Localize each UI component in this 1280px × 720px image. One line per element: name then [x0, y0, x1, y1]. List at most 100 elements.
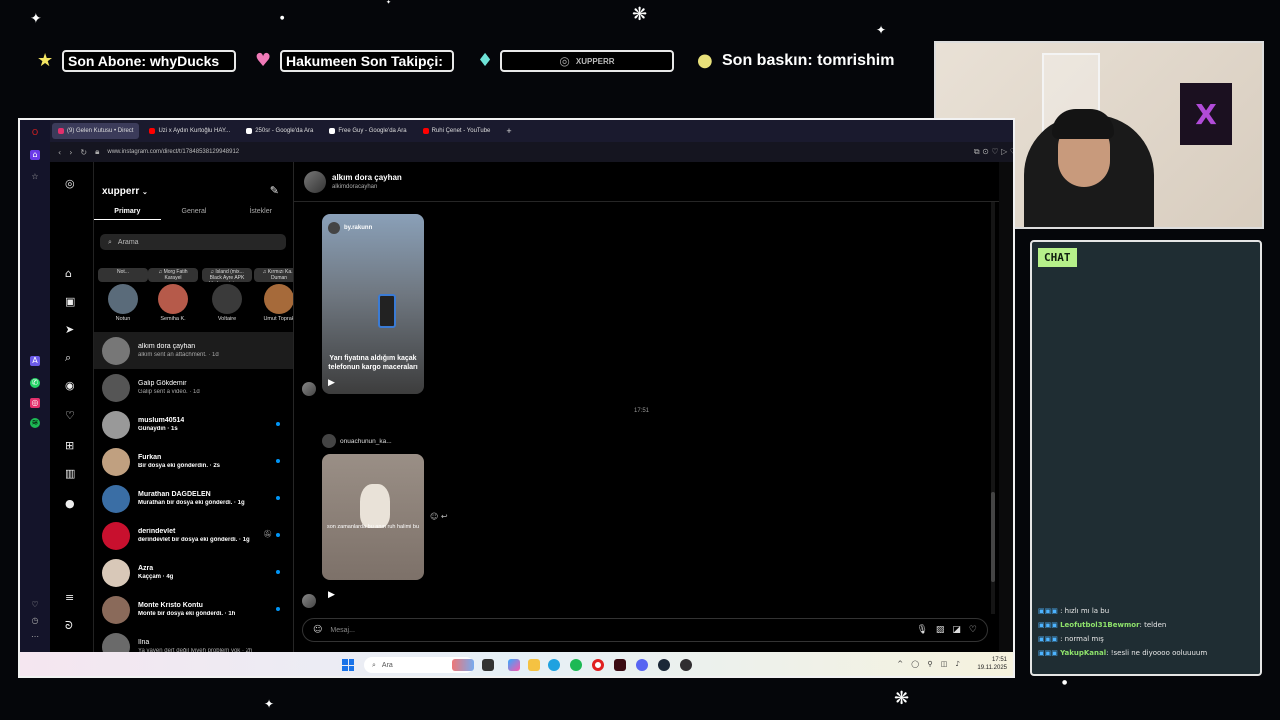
home-icon[interactable]: ⌂ — [65, 268, 72, 280]
profile-icon[interactable]: ● — [65, 498, 75, 510]
conversation-item[interactable]: Galip Gökdemir Galip sent a video. · 1d — [94, 369, 293, 406]
reels-icon[interactable]: ▣ — [65, 296, 75, 308]
note-item[interactable]: Not... Notun — [98, 268, 148, 322]
heart-icon[interactable]: ♡ — [30, 600, 40, 610]
conversation-item[interactable]: Azra Kaççam · 4g — [94, 554, 293, 591]
file-explorer-icon[interactable] — [528, 659, 540, 671]
browser-tab[interactable]: Ruhi Çenet - YouTube — [417, 123, 497, 139]
conversation-name: Azra — [138, 565, 154, 572]
conversation-item[interactable]: Furkan Bir dosya eki gönderdin. · 2s — [94, 443, 293, 480]
chat-header[interactable]: alkım dora çayhan alkimdoracayhan — [294, 162, 999, 202]
reload-icon[interactable]: ↻ — [80, 148, 87, 157]
copilot-icon[interactable] — [508, 659, 520, 671]
menu-icon[interactable]: ≡ — [65, 592, 74, 604]
unread-dot — [276, 533, 280, 537]
tab-requests[interactable]: İstekler — [227, 208, 293, 220]
emoji-icon[interactable]: ☺ — [313, 625, 322, 635]
discord-icon[interactable] — [636, 659, 648, 671]
chat-badges-icon: ▣▣▣ — [1038, 635, 1061, 643]
explore-icon[interactable]: ◉ — [65, 380, 75, 392]
search-icon: ⌕ — [372, 660, 376, 669]
url-field[interactable]: www.instagram.com/direct/t/1784853812994… — [107, 149, 966, 155]
notifications-icon[interactable]: ♡ — [65, 410, 75, 422]
spotify-icon[interactable]: ≋ — [30, 418, 40, 428]
instagram-logo-icon[interactable]: ◎ — [65, 178, 75, 190]
aria-icon[interactable]: A — [30, 356, 40, 366]
tab-label: 250sr - Google'da Ara — [255, 128, 314, 134]
conversation-text: Azra Kaççam · 4g — [138, 565, 173, 580]
create-icon[interactable]: ⊞ — [65, 440, 74, 452]
x-poster-decoration: X — [1180, 83, 1232, 145]
opera-icon[interactable] — [592, 659, 604, 671]
conversation-item[interactable]: alkım dora çayhan alkım sent an attachmen… — [94, 332, 293, 369]
image-icon[interactable]: ▨ — [936, 625, 945, 635]
obs-icon[interactable] — [680, 659, 692, 671]
forward-icon[interactable]: › — [69, 148, 72, 157]
back-icon[interactable]: ‹ — [58, 148, 61, 157]
tab-general[interactable]: General — [161, 208, 228, 220]
note-item[interactable]: ♫ Morg Fatih Karayel Semiha K. — [148, 268, 198, 322]
conversation-item[interactable]: Monte Kristo Kontu Monte bir dosya eki gö… — [94, 591, 293, 628]
scrollbar-thumb[interactable] — [991, 492, 995, 582]
sticker-icon[interactable]: ◪ — [952, 625, 961, 635]
search-icon[interactable]: ⌕ — [65, 352, 71, 364]
avatar — [102, 410, 130, 439]
unread-dot — [276, 496, 280, 500]
avatar — [102, 336, 130, 365]
conversation-text: alkım dora çayhan alkım sent an attachmen… — [138, 343, 219, 358]
steam-icon[interactable] — [658, 659, 670, 671]
message-input[interactable]: Mesaj... — [330, 627, 908, 634]
opera-logo-icon[interactable]: O — [30, 128, 40, 138]
instagram-sidebar-icon[interactable]: ◎ — [30, 398, 40, 408]
microphone-icon[interactable]: 🎙︎ — [916, 625, 927, 635]
tab-favicon-icon — [422, 128, 429, 134]
note-item[interactable]: ♫ Island (mix... Black Ayre APK Herkese … — [202, 268, 252, 322]
more-icon[interactable]: ⋯ — [30, 632, 40, 642]
conversation-list: alkım dora çayhan alkım sent an attachmen… — [94, 332, 293, 652]
widgets-icon[interactable] — [452, 659, 474, 671]
like-icon[interactable]: ♡ — [969, 625, 977, 635]
shared-reel[interactable]: by.rakunn Yarı fiyatına aldığım kaçak te… — [322, 214, 424, 394]
spotify-icon[interactable] — [570, 659, 582, 671]
conversation-item[interactable]: Murathan DAĞDELEN Murathan bir dosya eki … — [94, 480, 293, 517]
message-actions[interactable]: ☺ ↩ — [430, 512, 448, 521]
note-item[interactable]: ♫ Kırmızı Ka... Duman Umut Toprak — [254, 268, 293, 322]
conversation-item[interactable]: muslum40514 Günaydın · 1s — [94, 406, 293, 443]
browser-tab[interactable]: (9) Gelen Kutusu • Direct — [52, 123, 140, 139]
gem-icon: ♦ — [477, 50, 494, 71]
conversation-item[interactable]: İlna Ya vaven dert değil lyiyeh problem y… — [94, 628, 293, 652]
browser-tab[interactable]: Free Guy - Google'da Ara — [323, 123, 412, 139]
tab-label: (9) Gelen Kutusu • Direct — [67, 128, 134, 134]
dashboard-icon[interactable]: ▥ — [65, 468, 75, 480]
clock[interactable]: 17:51 19.11.2025 — [977, 656, 1007, 672]
edge-icon[interactable] — [548, 659, 560, 671]
account-switcher[interactable]: xupperr ⌄ — [102, 186, 148, 197]
browser-tab[interactable]: 250sr - Google'da Ara — [240, 123, 319, 139]
browser-tab[interactable]: Uzi x Aydın Kurtoğlu HAY... — [143, 123, 236, 139]
conversation-item[interactable]: derindevlet derindevlet bir dosya eki gön… — [94, 517, 293, 554]
conversation-text: derindevlet derindevlet bir dosya eki gön… — [138, 528, 250, 543]
compose-icon[interactable]: ✎ — [270, 184, 279, 197]
message-composer[interactable]: ☺ Mesaj... 🎙︎ ▨ ◪ ♡ — [302, 618, 988, 642]
messages-icon[interactable]: ➤ — [65, 324, 74, 336]
whatsapp-icon[interactable]: ✆ — [30, 378, 40, 388]
home-icon[interactable]: ⌂ — [30, 150, 40, 160]
task-view-icon[interactable] — [482, 659, 494, 671]
threads-icon[interactable]: ᘐ — [65, 620, 73, 632]
windows-start-icon[interactable] — [342, 659, 354, 671]
conversation-name: Murathan DAĞDELEN — [138, 491, 211, 498]
last-raid-label: Son baskın: tomrishim — [722, 52, 895, 69]
extensions-icon[interactable]: ⧉ ⊙ ♡ ▷ ♡ — [974, 147, 1013, 157]
tab-primary[interactable]: Primary — [94, 208, 161, 220]
new-tab-button[interactable]: + — [500, 123, 517, 139]
avatar — [102, 447, 130, 476]
terminal-icon[interactable] — [614, 659, 626, 671]
sparkle-decoration: ✦ — [876, 23, 887, 37]
scrollbar[interactable] — [991, 202, 995, 614]
system-tray-icons[interactable]: ^ ◯ ⚲ ◫ ♪ — [897, 660, 963, 668]
tab-label: Free Guy - Google'da Ara — [338, 128, 407, 134]
shared-reel[interactable]: son zamanlarda bu anın ruh halimi bu — [322, 454, 424, 580]
bookmark-icon[interactable]: ☆ — [30, 172, 40, 182]
search-input[interactable]: ⌕ Arama — [100, 234, 286, 250]
history-icon[interactable]: ◷ — [30, 616, 40, 626]
